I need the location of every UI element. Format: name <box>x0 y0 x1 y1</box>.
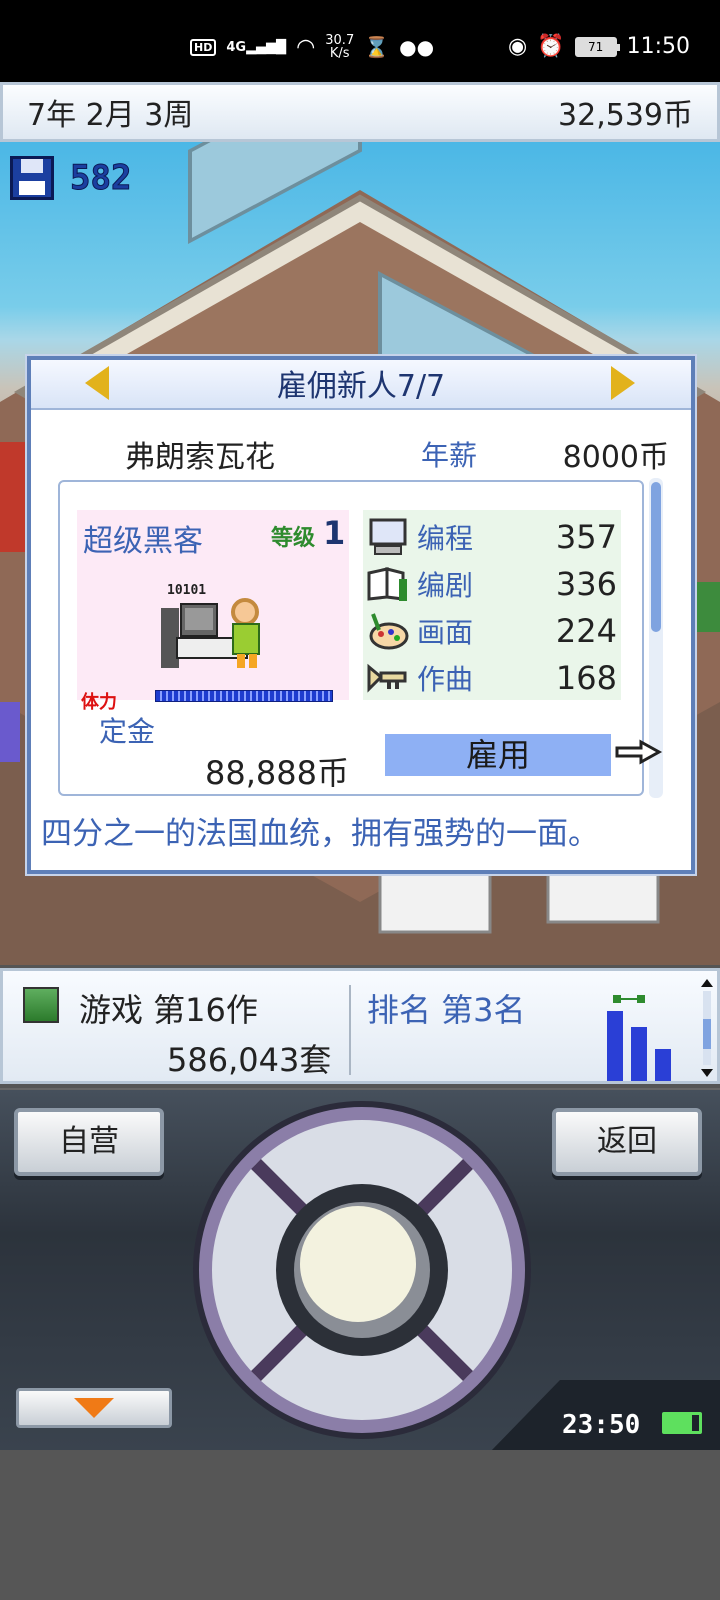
floppy-disk-icon <box>10 156 54 200</box>
hd-badge: HD <box>190 38 217 56</box>
prev-candidate-arrow-icon[interactable] <box>85 366 109 400</box>
status-right: ◉ ⏰ 71 11:50 <box>508 34 690 59</box>
hacker-sprite-icon: 10101 <box>161 583 260 668</box>
salary-label: 年薪 <box>421 439 478 472</box>
signal-icon: 4G▂▄▆█ <box>226 39 287 55</box>
hire-dialog: 雇佣新人7/7 弗朗索瓦花 年薪 8000币 超级黑客 等级 1 10101 体… <box>27 356 695 874</box>
job-title: 超级黑客 <box>83 524 203 559</box>
next-candidate-arrow-icon[interactable] <box>611 366 635 400</box>
game-clock: 23:50 <box>562 1410 641 1440</box>
stat-scenario: 编剧 336 <box>367 561 617 607</box>
stat-label: 编程 <box>417 522 474 555</box>
stat-value: 168 <box>555 659 617 697</box>
deposit-label: 定金 <box>99 715 156 748</box>
stat-music: 作曲 168 <box>367 655 617 701</box>
stamina-bar <box>155 690 333 702</box>
monitor-icon <box>369 518 407 555</box>
hire-button[interactable]: 雇用 <box>385 734 611 776</box>
status-bar: HD 4G▂▄▆█ ◠ 30.7 K/s ⌛ ●● ◉ ⏰ 71 11:50 <box>0 0 720 82</box>
status-time: 11:50 <box>626 34 690 59</box>
dialog-title-text: 雇佣新人7/7 <box>276 369 446 404</box>
stat-value: 224 <box>555 612 617 650</box>
info-scrollbar[interactable] <box>699 979 715 1077</box>
save-count: 582 <box>69 158 132 199</box>
pointing-hand-icon <box>615 739 663 765</box>
alarm-icon: ⏰ <box>537 34 565 59</box>
palette-icon <box>369 613 409 650</box>
dpad-control[interactable] <box>192 1100 532 1440</box>
sprite-binary-text: 10101 <box>167 583 206 598</box>
game-cover-icon <box>23 987 59 1023</box>
wechat-icon: ●● <box>399 35 435 59</box>
game-battery-icon <box>662 1412 702 1434</box>
self-operate-button[interactable]: 自营 <box>14 1108 164 1176</box>
battery-level: 71 <box>587 39 604 54</box>
candidate-name: 弗朗索瓦花 <box>125 440 275 475</box>
network-speed: 30.7 K/s <box>325 34 354 60</box>
game-info-bar[interactable]: 游戏 第16作 586,043套 排名 第3名 <box>0 968 720 1084</box>
money-display: 32,539币 <box>558 98 693 133</box>
bottom-area <box>0 1450 720 1600</box>
card-scrollbar-thumb[interactable] <box>651 482 661 632</box>
back-button[interactable]: 返回 <box>552 1108 702 1176</box>
trumpet-icon <box>367 663 407 693</box>
book-icon <box>367 567 407 601</box>
dialog-title: 雇佣新人7/7 <box>31 360 691 410</box>
deposit-value: 88,888币 <box>205 754 349 792</box>
signal-label: 4G <box>226 39 247 55</box>
battery-icon: 71 <box>574 36 620 57</box>
down-arrow-icon <box>74 1398 114 1418</box>
status-left: HD 4G▂▄▆█ ◠ 30.7 K/s ⌛ ●● <box>190 34 434 60</box>
level-label: 等级 <box>271 526 316 551</box>
info-divider <box>349 985 351 1075</box>
rank-bars-icon <box>607 995 671 1081</box>
stat-label: 画面 <box>417 616 474 649</box>
network-speed-unit: K/s <box>329 46 350 61</box>
stat-label: 编剧 <box>417 569 474 602</box>
save-indicator: 582 <box>10 156 132 200</box>
hourglass-icon: ⌛ <box>364 35 390 59</box>
stat-graphics: 画面 224 <box>367 608 617 654</box>
eye-icon: ◉ <box>507 34 528 59</box>
level-value: 1 <box>323 514 346 552</box>
salary-value: 8000币 <box>562 440 669 475</box>
game-rank: 排名 第3名 <box>367 991 526 1029</box>
stat-value: 336 <box>555 565 617 603</box>
stat-label: 作曲 <box>417 663 474 696</box>
game-sales: 586,043套 <box>167 1041 332 1079</box>
game-title: 游戏 第16作 <box>79 991 258 1029</box>
candidate-description: 四分之一的法国血统，拥有强势的一面。 <box>41 816 599 852</box>
stat-value: 357 <box>555 518 617 556</box>
date-money-bar: 7年 2月 3周 32,539币 <box>0 82 720 142</box>
stat-programming: 编程 357 <box>367 514 617 560</box>
game-date: 7年 2月 3周 <box>27 98 194 133</box>
wifi-icon: ◠ <box>296 34 316 60</box>
